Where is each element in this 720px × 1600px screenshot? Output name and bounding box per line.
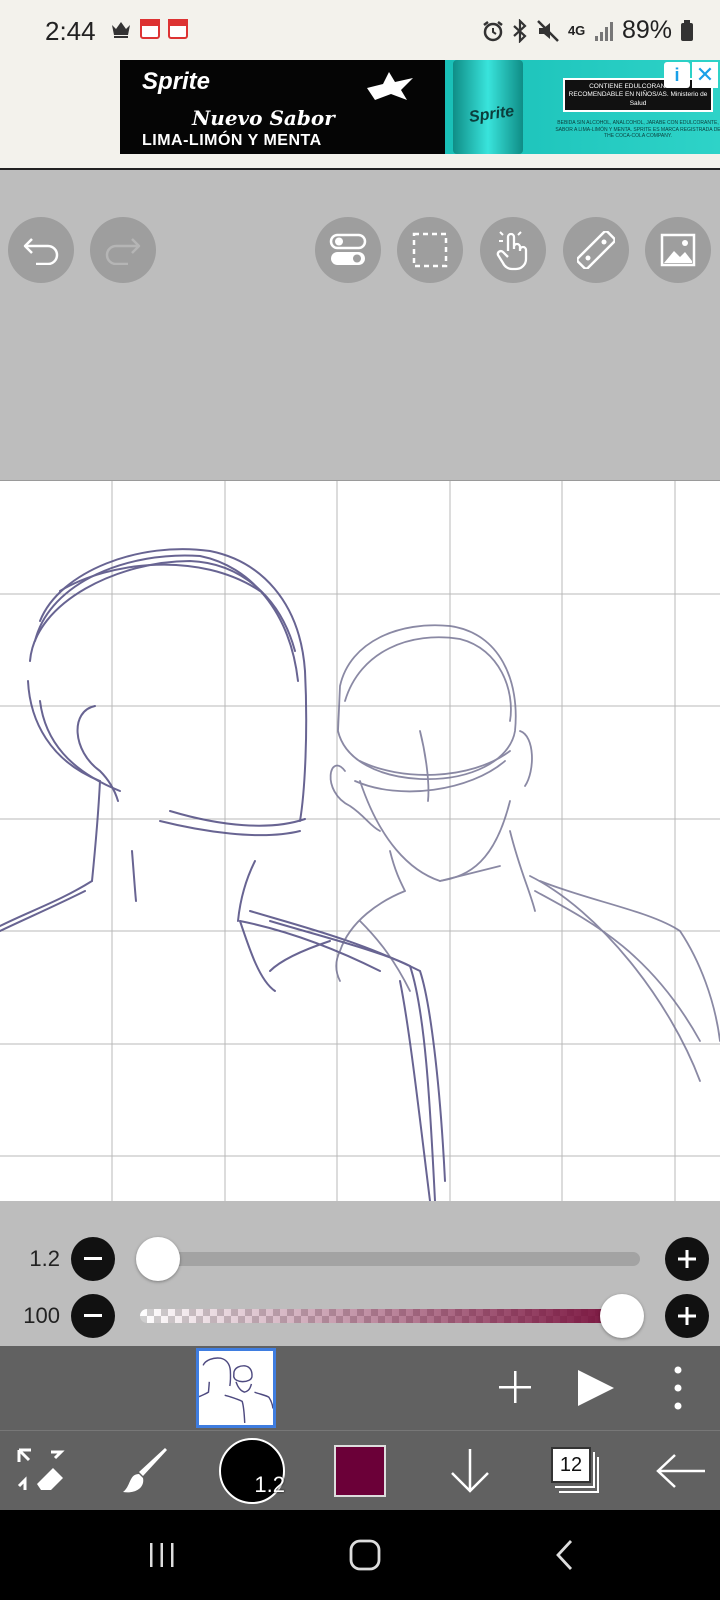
image-icon: [660, 233, 696, 267]
ad-brand: Sprite: [142, 68, 211, 95]
brush-size-knob[interactable]: [136, 1237, 180, 1281]
status-left-icons: [110, 19, 188, 39]
calendar-icon: [168, 19, 188, 39]
ad-star-icon: [367, 72, 413, 100]
brush-opacity-slider[interactable]: [140, 1309, 640, 1323]
redo-button[interactable]: [90, 217, 156, 283]
color-button[interactable]: [330, 1431, 390, 1511]
transform-tool-button[interactable]: [10, 1431, 72, 1511]
download-button[interactable]: [440, 1431, 500, 1511]
frame-preview: [199, 1357, 273, 1423]
ruler-button[interactable]: [563, 217, 629, 283]
ad-banner[interactable]: Sprite Nuevo Sabor LIMA-LIMÓN Y MENTA Sp…: [120, 60, 720, 154]
ad-choices-icon[interactable]: i: [664, 62, 690, 88]
frame-menu-button[interactable]: [660, 1360, 696, 1416]
undo-button[interactable]: [8, 217, 74, 283]
top-tool-area: [0, 170, 720, 481]
bluetooth-icon: [513, 18, 527, 43]
layer-count: 12: [551, 1447, 591, 1483]
hand-icon: [496, 231, 528, 271]
ad-headline: Nuevo Sabor: [192, 106, 335, 130]
ad-fine-print: BEBIDA SIN ALCOHOL, ANALCOHOL, JARABE CO…: [555, 120, 720, 139]
size-increase-button[interactable]: [665, 1237, 709, 1281]
brush-size-icon: 1.2: [219, 1438, 285, 1504]
ad-warning-box: CONTIENE EDULCORANTE. NO RECOMENDABLE EN…: [563, 78, 713, 112]
home-icon: [349, 1539, 381, 1571]
color-swatch: [334, 1445, 386, 1497]
plus-icon: [678, 1307, 696, 1325]
status-bar: 2:44 4G 89%: [0, 0, 720, 58]
transform-eraser-icon: [17, 1448, 65, 1490]
back-arrow-button[interactable]: [650, 1431, 712, 1511]
minus-icon: [84, 1257, 102, 1260]
status-right-icons: 4G 89%: [482, 16, 694, 45]
brush-size-button[interactable]: 1.2: [215, 1431, 289, 1511]
toggle-button[interactable]: [315, 217, 381, 283]
toggle-icon: [329, 233, 367, 265]
brush-size-slider[interactable]: [140, 1252, 640, 1266]
opacity-increase-button[interactable]: [665, 1294, 709, 1338]
add-frame-button[interactable]: [490, 1362, 540, 1412]
mute-icon: [537, 19, 559, 42]
bottom-toolbar: 1.2 12: [0, 1430, 720, 1510]
drawing-canvas[interactable]: [0, 481, 720, 1201]
more-vertical-icon: [674, 1366, 682, 1410]
brush-opacity-knob[interactable]: [600, 1294, 644, 1338]
size-decrease-button[interactable]: [71, 1237, 115, 1281]
recents-icon: [150, 1543, 174, 1567]
selection-icon: [412, 232, 448, 268]
crown-icon: [110, 19, 132, 39]
frame-thumbnail[interactable]: [196, 1348, 276, 1428]
brush-tool-button[interactable]: [115, 1431, 177, 1511]
download-icon: [451, 1449, 489, 1493]
brush-slider-panel: 1.2 100: [0, 1201, 720, 1346]
minus-icon: [84, 1314, 102, 1317]
ad-left-panel: Sprite Nuevo Sabor LIMA-LIMÓN Y MENTA: [120, 60, 445, 154]
brush-icon: [123, 1448, 167, 1493]
plus-icon: [678, 1250, 696, 1268]
redo-icon: [105, 238, 141, 265]
back-arrow-icon: [656, 1454, 705, 1488]
ad-can-image: Sprite: [453, 60, 523, 154]
ad-subheadline: LIMA-LIMÓN Y MENTA: [142, 132, 322, 149]
ruler-icon: [577, 231, 615, 269]
signal-icon: [594, 21, 613, 41]
battery-percent: 89%: [621, 16, 672, 44]
opacity-decrease-button[interactable]: [71, 1294, 115, 1338]
hand-button[interactable]: [480, 217, 546, 283]
play-icon: [578, 1370, 614, 1406]
alarm-icon: [483, 20, 503, 41]
battery-icon: [681, 19, 693, 41]
image-button[interactable]: [645, 217, 711, 283]
ad-can-label: Sprite: [467, 102, 516, 127]
undo-icon: [23, 238, 59, 265]
ad-right-panel: Sprite CONTIENE EDULCORANTE. NO RECOMEND…: [445, 60, 720, 154]
selection-button[interactable]: [397, 217, 463, 283]
brush-size-value: 1.2: [29, 1246, 60, 1271]
back-button[interactable]: [525, 1510, 605, 1600]
status-time: 2:44: [45, 16, 96, 46]
add-frame-icon: [499, 1371, 531, 1403]
system-nav-bar: [0, 1510, 720, 1600]
recents-button[interactable]: [122, 1510, 202, 1600]
ad-close-icon[interactable]: ✕: [692, 62, 718, 88]
sketch-drawing: [0, 481, 720, 1201]
home-button[interactable]: [325, 1510, 405, 1600]
calendar-icon: [140, 19, 160, 39]
back-icon: [556, 1540, 573, 1570]
frames-bar: [0, 1346, 720, 1430]
network-type: 4G: [567, 22, 586, 38]
layers-icon: 12: [551, 1447, 599, 1495]
layers-button[interactable]: 12: [545, 1431, 605, 1511]
play-button[interactable]: [570, 1362, 622, 1414]
ad-area: Sprite Nuevo Sabor LIMA-LIMÓN Y MENTA Sp…: [0, 58, 720, 170]
brush-opacity-value: 100: [23, 1303, 60, 1328]
brush-size-label: 1.2: [254, 1472, 285, 1497]
